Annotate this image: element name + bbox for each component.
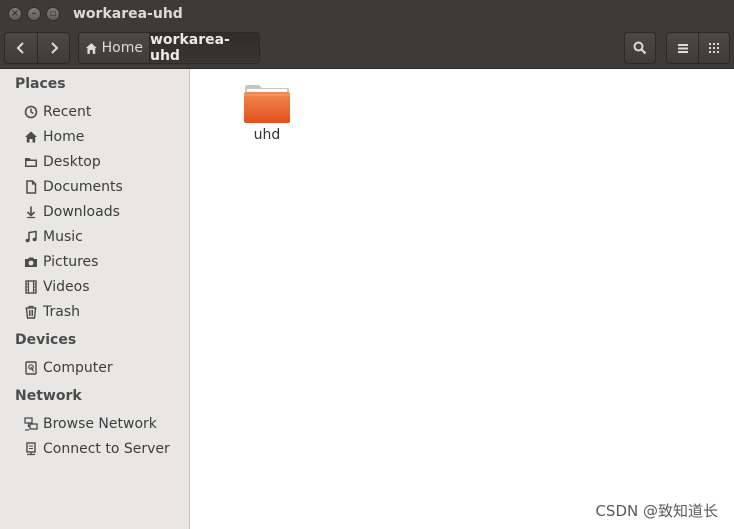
sidebar: Places Recent Home Desktop Documents Dow… bbox=[0, 69, 190, 529]
close-icon: × bbox=[10, 8, 20, 19]
sidebar-section-places: Places bbox=[15, 76, 66, 92]
minimize-icon: – bbox=[31, 8, 37, 19]
sidebar-item-label: Pictures bbox=[43, 254, 99, 270]
sidebar-item-label: Downloads bbox=[43, 204, 120, 220]
navigation-buttons bbox=[4, 32, 70, 64]
clock-icon bbox=[24, 105, 38, 119]
maximize-window-button[interactable]: ▫ bbox=[46, 7, 60, 21]
sidebar-item-label: Computer bbox=[43, 360, 113, 376]
breadcrumb: Home workarea-uhd bbox=[78, 32, 260, 64]
camera-icon bbox=[24, 255, 38, 269]
sidebar-item-label: Documents bbox=[43, 179, 123, 195]
search-icon bbox=[633, 41, 647, 55]
sidebar-section-devices: Devices bbox=[15, 332, 77, 348]
maximize-icon: ▫ bbox=[49, 8, 57, 19]
film-icon bbox=[24, 280, 38, 294]
sidebar-item-desktop[interactable]: Desktop bbox=[24, 151, 101, 173]
grid-view-icon bbox=[709, 43, 719, 53]
sidebar-item-recent[interactable]: Recent bbox=[24, 101, 91, 123]
sidebar-item-pictures[interactable]: Pictures bbox=[24, 251, 98, 273]
back-button[interactable] bbox=[5, 33, 37, 63]
trash-icon bbox=[24, 305, 38, 319]
breadcrumb-current[interactable]: workarea-uhd bbox=[149, 33, 259, 63]
home-icon bbox=[85, 42, 97, 54]
music-icon bbox=[24, 230, 38, 244]
grid-view-button[interactable] bbox=[698, 33, 729, 63]
file-manager-window: × – ▫ workarea-uhd Home workarea-uhd Pla… bbox=[0, 0, 734, 529]
sidebar-section-network: Network bbox=[15, 388, 82, 404]
minimize-window-button[interactable]: – bbox=[27, 7, 41, 21]
download-icon bbox=[24, 205, 38, 219]
chevron-left-icon bbox=[16, 42, 24, 54]
sidebar-item-trash[interactable]: Trash bbox=[24, 301, 80, 323]
file-name: uhd bbox=[253, 127, 281, 143]
toolbar: Home workarea-uhd bbox=[0, 28, 734, 69]
sidebar-item-label: Connect to Server bbox=[43, 441, 170, 457]
search-button-group bbox=[624, 32, 656, 64]
sidebar-item-downloads[interactable]: Downloads bbox=[24, 201, 120, 223]
sidebar-item-browse-network[interactable]: Browse Network bbox=[24, 413, 157, 435]
sidebar-item-computer[interactable]: Computer bbox=[24, 357, 113, 379]
search-button[interactable] bbox=[625, 33, 655, 63]
sidebar-item-home[interactable]: Home bbox=[24, 126, 84, 148]
title-bar: × – ▫ workarea-uhd bbox=[0, 0, 734, 29]
file-item-folder[interactable]: uhd bbox=[242, 83, 292, 143]
close-window-button[interactable]: × bbox=[8, 7, 22, 21]
list-view-button[interactable] bbox=[667, 33, 698, 63]
forward-button[interactable] bbox=[37, 33, 69, 63]
breadcrumb-home[interactable]: Home bbox=[79, 33, 149, 63]
sidebar-item-label: Recent bbox=[43, 104, 92, 120]
server-icon bbox=[24, 442, 38, 456]
document-icon bbox=[24, 180, 38, 194]
window-title: workarea-uhd bbox=[73, 6, 183, 22]
sidebar-item-label: Videos bbox=[43, 279, 90, 295]
folder-icon bbox=[244, 85, 290, 123]
sidebar-item-connect-to-server[interactable]: Connect to Server bbox=[24, 438, 170, 460]
view-buttons bbox=[666, 32, 730, 64]
sidebar-item-label: Trash bbox=[43, 304, 80, 320]
breadcrumb-current-label: workarea-uhd bbox=[150, 32, 230, 64]
list-view-icon bbox=[677, 44, 688, 53]
chevron-right-icon bbox=[50, 42, 58, 54]
sidebar-item-label: Browse Network bbox=[43, 416, 157, 432]
sidebar-item-videos[interactable]: Videos bbox=[24, 276, 90, 298]
sidebar-item-label: Music bbox=[43, 229, 83, 245]
home-icon bbox=[24, 130, 38, 144]
network-icon bbox=[24, 417, 38, 431]
folder-icon bbox=[24, 155, 38, 169]
sidebar-item-music[interactable]: Music bbox=[24, 226, 83, 248]
watermark: CSDN @致知道长 bbox=[595, 502, 718, 520]
sidebar-item-label: Desktop bbox=[43, 154, 101, 170]
breadcrumb-home-label: Home bbox=[101, 40, 143, 56]
sidebar-item-label: Home bbox=[43, 129, 85, 145]
file-view: uhd CSDN @致知道长 bbox=[190, 69, 734, 529]
sidebar-item-documents[interactable]: Documents bbox=[24, 176, 123, 198]
drive-icon bbox=[24, 361, 38, 375]
